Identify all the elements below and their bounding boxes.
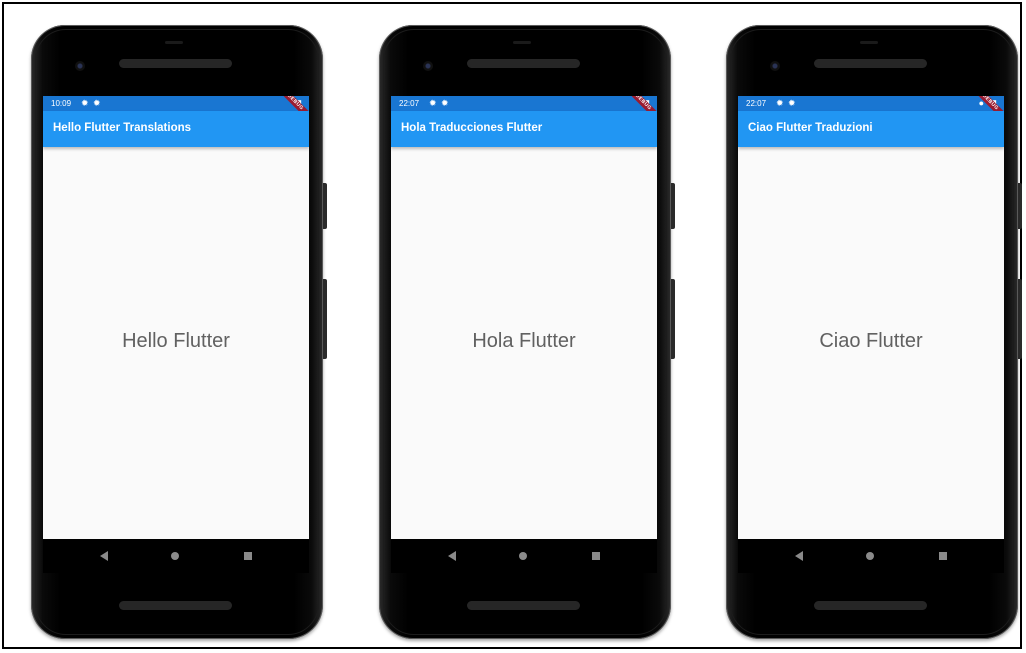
recents-icon[interactable] — [244, 552, 252, 560]
app-bar-title: Hola Traducciones Flutter — [401, 122, 543, 134]
volume-button[interactable] — [1018, 279, 1022, 359]
bottom-speaker — [467, 601, 580, 610]
bottom-speaker — [814, 601, 927, 610]
power-button[interactable] — [323, 183, 327, 229]
front-camera-icon — [770, 61, 780, 71]
status-bar: 10:09 ✹ ✹ ▮ DEBUG — [43, 96, 309, 125]
power-button[interactable] — [1018, 183, 1022, 229]
home-icon[interactable] — [519, 552, 527, 560]
app-bar: Hola Traducciones Flutter — [391, 111, 657, 147]
screen: 22:07 ✹ ✹ ● ▮ DEBUG Ciao Flutter Traduzi… — [738, 96, 1004, 539]
earpiece-speaker — [814, 59, 927, 68]
home-icon[interactable] — [171, 552, 179, 560]
app-bar: Ciao Flutter Traduzioni — [738, 111, 1004, 147]
app-bar: Hello Flutter Translations — [43, 111, 309, 147]
screen: 10:09 ✹ ✹ ▮ DEBUG Hello Flutter Translat… — [43, 96, 309, 539]
gear-icon: ✹ — [81, 98, 89, 108]
top-slot — [860, 41, 878, 44]
navigation-bar — [738, 539, 1004, 573]
earpiece-speaker — [467, 59, 580, 68]
gear-icon: ✹ — [788, 98, 796, 108]
top-slot — [165, 41, 183, 44]
gear-icon: ✹ — [776, 98, 784, 108]
gear-icon: ✹ — [441, 98, 449, 108]
greeting-text: Ciao Flutter — [819, 330, 923, 352]
greeting-text: Hello Flutter — [122, 330, 230, 352]
navigation-bar — [43, 539, 309, 573]
bottom-speaker — [119, 601, 232, 610]
screen: 22:07 ✹ ✹ ▮ DEBUG Hola Traducciones Flut… — [391, 96, 657, 539]
status-bar: 22:07 ✹ ✹ ▮ DEBUG — [391, 96, 657, 125]
phone-english: 10:09 ✹ ✹ ▮ DEBUG Hello Flutter Translat… — [31, 25, 327, 639]
front-camera-icon — [75, 61, 85, 71]
back-icon[interactable] — [795, 551, 803, 561]
back-icon[interactable] — [448, 551, 456, 561]
volume-button[interactable] — [323, 279, 327, 359]
status-bar: 22:07 ✹ ✹ ● ▮ DEBUG — [738, 96, 1004, 125]
recents-icon[interactable] — [592, 552, 600, 560]
greeting-text: Hola Flutter — [472, 330, 576, 352]
front-camera-icon — [423, 61, 433, 71]
back-icon[interactable] — [100, 551, 108, 561]
gear-icon: ✹ — [429, 98, 437, 108]
status-time: 22:07 — [399, 99, 420, 108]
navigation-bar — [391, 539, 657, 573]
power-button[interactable] — [671, 183, 675, 229]
app-bar-title: Ciao Flutter Traduzioni — [748, 122, 873, 134]
top-slot — [513, 41, 531, 44]
home-icon[interactable] — [866, 552, 874, 560]
status-time: 22:07 — [746, 99, 767, 108]
recents-icon[interactable] — [939, 552, 947, 560]
earpiece-speaker — [119, 59, 232, 68]
phone-spanish: 22:07 ✹ ✹ ▮ DEBUG Hola Traducciones Flut… — [379, 25, 675, 639]
phone-italian: 22:07 ✹ ✹ ● ▮ DEBUG Ciao Flutter Traduzi… — [726, 25, 1022, 639]
volume-button[interactable] — [671, 279, 675, 359]
gear-icon: ✹ — [93, 98, 101, 108]
status-time: 10:09 — [51, 99, 72, 108]
app-bar-title: Hello Flutter Translations — [53, 122, 192, 134]
